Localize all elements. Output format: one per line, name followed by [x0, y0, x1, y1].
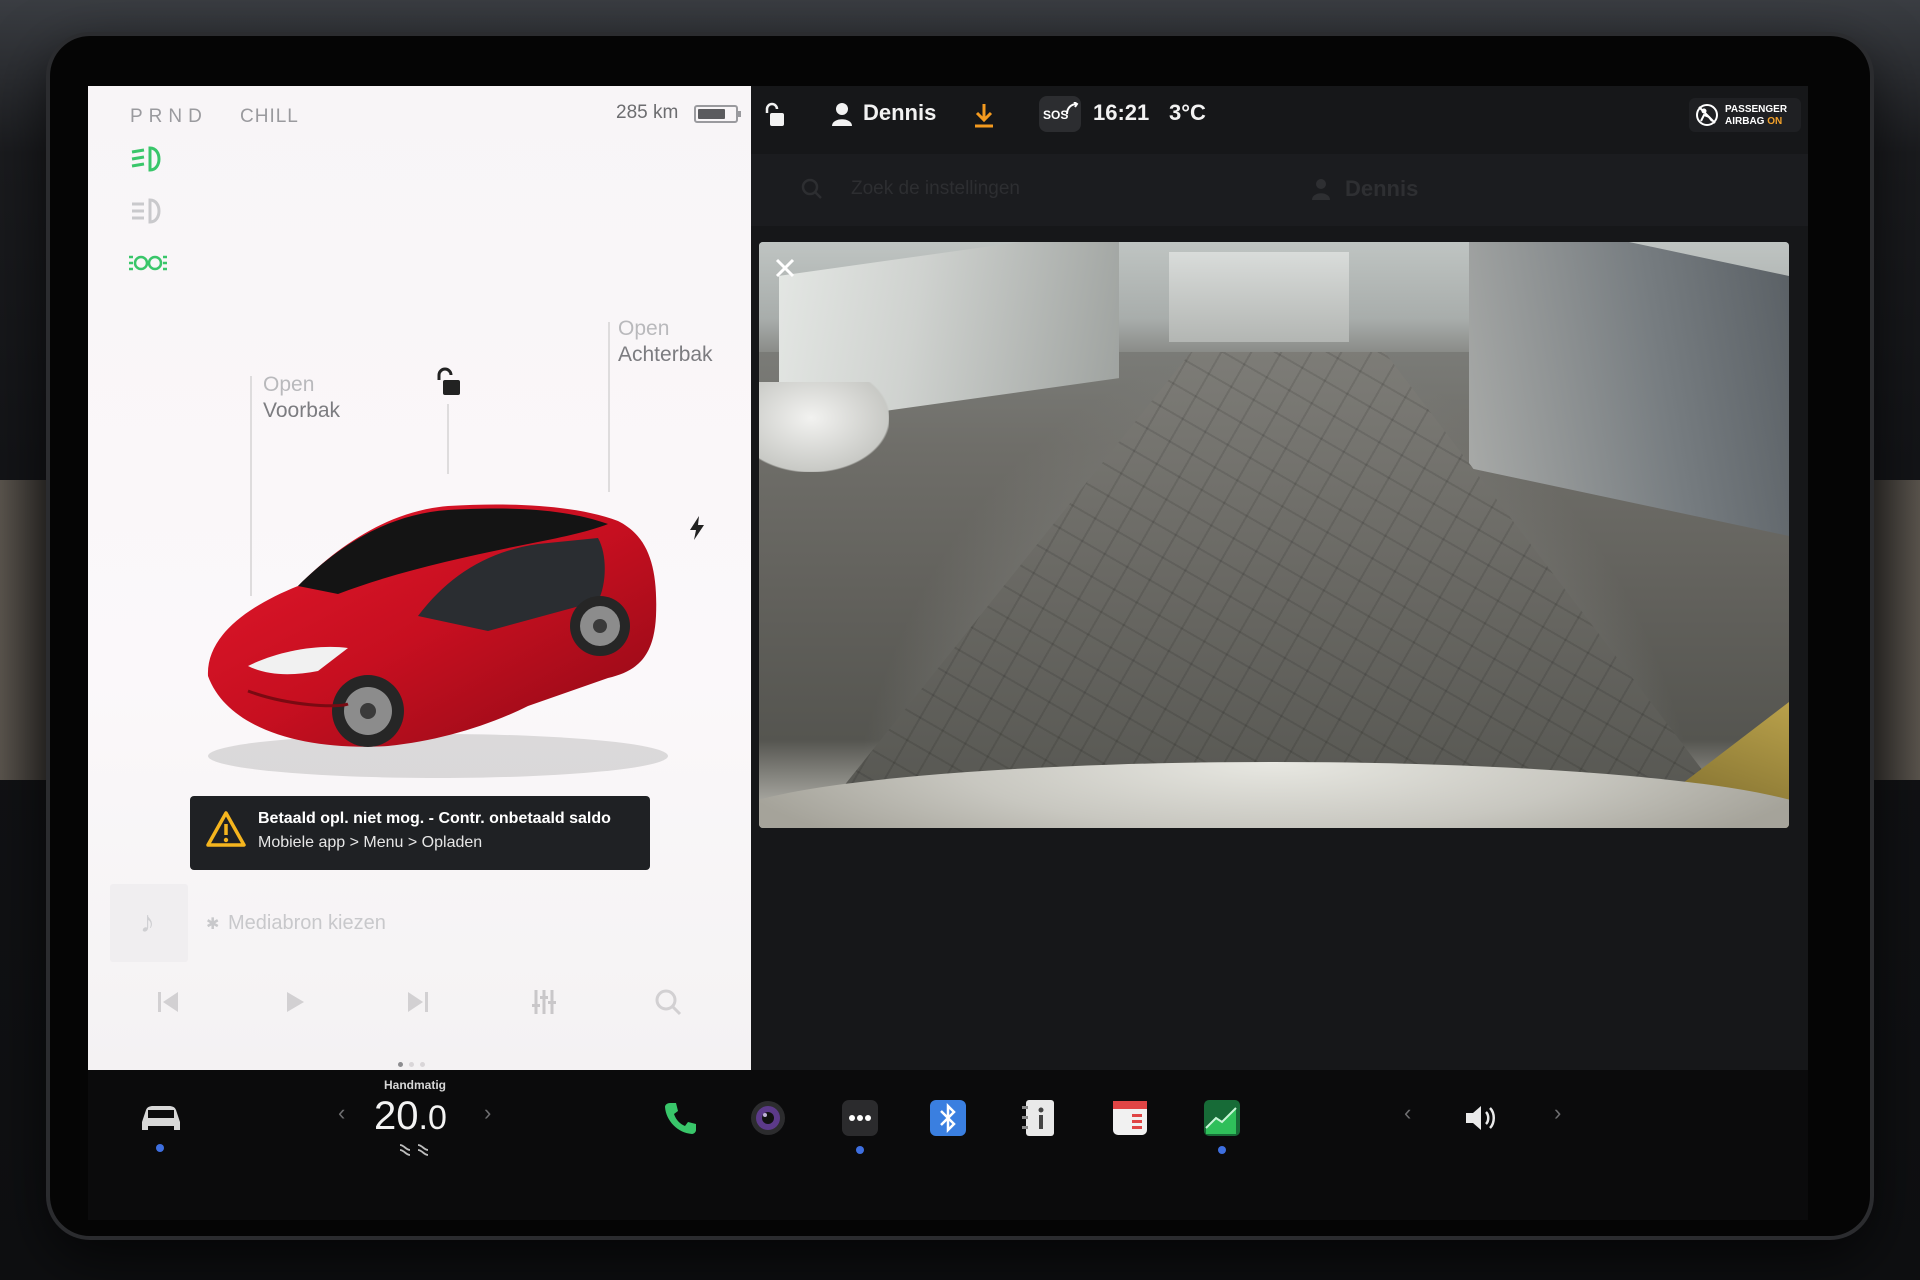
airbag-line1: PASSENGER	[1725, 104, 1788, 115]
search-input[interactable]: Zoek de instellingen	[851, 178, 1020, 200]
volume-down-chevron[interactable]: ‹	[1404, 1100, 1411, 1126]
airbag-text: PASSENGER AIRBAG ON	[1725, 104, 1787, 128]
bottom-dock: ‹ Handmatig 20.0 › ‹ ›	[88, 1070, 1808, 1220]
gear-indicator: PRND	[130, 106, 208, 127]
volume-up-chevron[interactable]: ›	[1554, 1100, 1561, 1126]
climate-mode-label: Handmatig	[384, 1078, 447, 1092]
car-icon[interactable]	[138, 1100, 184, 1134]
passenger-airbag-indicator: PASSENGER AIRBAG ON	[1689, 98, 1801, 132]
bluetooth-small-icon: ✱	[206, 916, 220, 933]
battery-icon	[694, 105, 741, 123]
open-trunk-button[interactable]: Open Achterbak	[618, 316, 713, 368]
previous-track-icon[interactable]	[152, 986, 184, 1018]
trunk-label-line1: Open	[618, 317, 670, 340]
battery-fill	[698, 109, 725, 119]
outside-temperature: 3°C	[1169, 100, 1206, 125]
unlock-icon[interactable]	[434, 366, 462, 398]
warning-icon	[206, 811, 246, 847]
temp-up-chevron[interactable]: ›	[484, 1100, 491, 1126]
bluetooth-icon[interactable]	[928, 1098, 968, 1138]
trunk-label-line2: Achterbak	[618, 343, 713, 366]
clock: 16:21	[1093, 100, 1150, 125]
profile-icon[interactable]	[831, 102, 853, 126]
touchscreen: PRND CHILL 285 km Open Voorbak Open Acht…	[88, 86, 1808, 1220]
airbag-status: ON	[1767, 116, 1783, 127]
camera-icon[interactable]	[748, 1098, 788, 1138]
camera-parked-car	[759, 382, 889, 472]
manual-icon[interactable]	[1020, 1098, 1060, 1138]
close-camera-icon[interactable]	[773, 256, 797, 280]
auto-high-beam-icon[interactable]	[128, 196, 168, 226]
media-source-label[interactable]: Mediabron kiezen	[228, 912, 386, 935]
sos-button[interactable]: SOS	[1039, 96, 1081, 132]
next-track-icon[interactable]	[402, 986, 434, 1018]
album-art: ♪	[110, 884, 188, 962]
music-note-icon: ♪	[140, 906, 155, 939]
volume-icon[interactable]	[1462, 1098, 1502, 1138]
charge-port-icon[interactable]	[688, 516, 706, 540]
profile-name[interactable]: Dennis	[863, 100, 936, 126]
airbag-line2: AIRBAG	[1725, 116, 1765, 127]
equalizer-icon[interactable]	[528, 986, 560, 1018]
play-icon[interactable]	[278, 986, 310, 1018]
settings-search-bar[interactable]: Zoek de instellingen Dennis	[751, 154, 1808, 226]
phone-icon[interactable]	[660, 1098, 700, 1138]
energy-icon[interactable]	[1202, 1098, 1242, 1138]
low-beam-icon[interactable]	[128, 144, 168, 174]
car-status-panel: PRND CHILL 285 km Open Voorbak Open Acht…	[88, 86, 751, 1070]
temperature-integer: 20	[374, 1094, 419, 1138]
media-controls	[88, 986, 751, 1036]
lock-leader-line	[447, 404, 449, 474]
seat-heater-icon[interactable]	[398, 1142, 432, 1156]
calendar-icon[interactable]	[1110, 1098, 1150, 1138]
range-label: 285 km	[616, 102, 679, 123]
temp-down-chevron[interactable]: ‹	[338, 1100, 345, 1126]
rear-camera-view[interactable]	[759, 242, 1789, 828]
alert-title: Betaald opl. niet mog. - Contr. onbetaal…	[258, 810, 611, 827]
frunk-label-line1: Open	[263, 373, 315, 396]
airbag-icon	[1696, 104, 1718, 126]
drive-mode-label: CHILL	[240, 106, 299, 127]
parking-lights-icon[interactable]	[128, 248, 168, 278]
download-icon[interactable]	[973, 102, 995, 128]
open-frunk-button[interactable]: Open Voorbak	[263, 372, 340, 424]
unlocked-icon[interactable]	[763, 102, 785, 128]
frunk-label-line2: Voorbak	[263, 399, 341, 422]
ghost-profile-name: Dennis	[1345, 176, 1419, 201]
more-active-dot	[856, 1146, 864, 1154]
temperature-decimal: .0	[418, 1099, 447, 1137]
camera-shopfront-right	[1469, 242, 1789, 537]
driver-temperature[interactable]: 20.0	[374, 1094, 447, 1139]
charging-alert[interactable]: Betaald opl. niet mog. - Contr. onbetaal…	[190, 796, 650, 870]
status-bar: Dennis SOS 16:21 3°C PASSENGER AIRBAG ON	[751, 86, 1808, 146]
more-icon[interactable]	[840, 1098, 880, 1138]
car-illustration	[207, 504, 668, 778]
alert-subtitle: Mobiele app > Menu > Opladen	[258, 834, 483, 851]
sos-phone-icon	[1066, 102, 1079, 115]
ghost-profile-icon	[1312, 179, 1330, 200]
page-indicator	[398, 1054, 448, 1067]
media-search-icon[interactable]	[652, 986, 684, 1018]
camera-garage-door	[1169, 252, 1349, 342]
car-active-dot	[156, 1144, 164, 1152]
search-icon	[801, 178, 822, 199]
right-panel: Dennis SOS 16:21 3°C PASSENGER AIRBAG ON…	[751, 86, 1808, 1070]
energy-active-dot	[1218, 1146, 1226, 1154]
